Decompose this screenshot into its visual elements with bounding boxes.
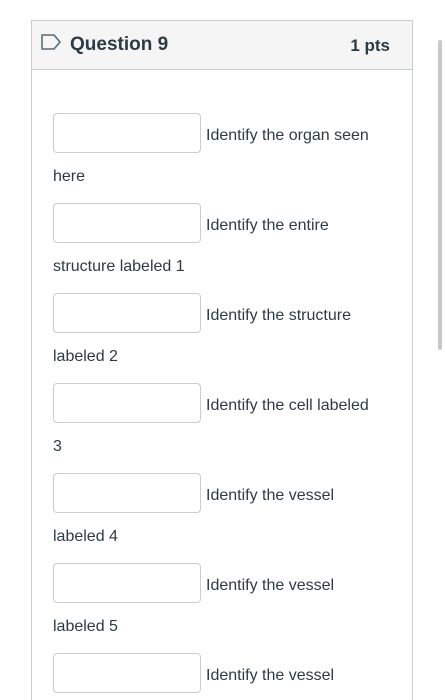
- answer-input-1[interactable]: [53, 113, 201, 153]
- prompt-text: Identify the entire: [206, 217, 329, 234]
- question-card: Question 9 1 pts Identify the organ seen…: [31, 20, 413, 700]
- prompt-text: Identify the organ seen: [206, 127, 369, 144]
- prompt-text-continued: here: [53, 168, 86, 185]
- prompt-text: Identify the vessel: [206, 487, 335, 504]
- prompt-text-continued: labeled 4: [53, 528, 118, 545]
- question-points: 1 pts: [350, 36, 390, 55]
- flag-outline-icon[interactable]: [40, 33, 62, 51]
- answer-input-4[interactable]: [53, 383, 201, 423]
- prompt-text: Identify the structure: [206, 307, 351, 324]
- question-title: Question 9: [70, 34, 169, 55]
- prompt-text-continued: 3: [53, 438, 62, 455]
- page-scrollbar[interactable]: [438, 40, 442, 350]
- prompt-text: Identify the vessel: [206, 667, 335, 684]
- answer-input-3[interactable]: [53, 293, 201, 333]
- prompt-text-continued: labeled 5: [53, 618, 118, 635]
- quiz-page: Question 9 1 pts Identify the organ seen…: [0, 0, 445, 700]
- question-header: Question 9 1 pts: [32, 21, 412, 70]
- prompt-text-continued: structure labeled 1: [53, 258, 185, 275]
- answer-input-5[interactable]: [53, 473, 201, 513]
- answer-input-6[interactable]: [53, 563, 201, 603]
- answer-input-7[interactable]: [53, 653, 201, 693]
- answer-input-2[interactable]: [53, 203, 201, 243]
- prompt-text-continued: labeled 2: [53, 348, 118, 365]
- prompt-text: Identify the cell labeled: [206, 397, 369, 414]
- prompt-text: Identify the vessel: [206, 577, 335, 594]
